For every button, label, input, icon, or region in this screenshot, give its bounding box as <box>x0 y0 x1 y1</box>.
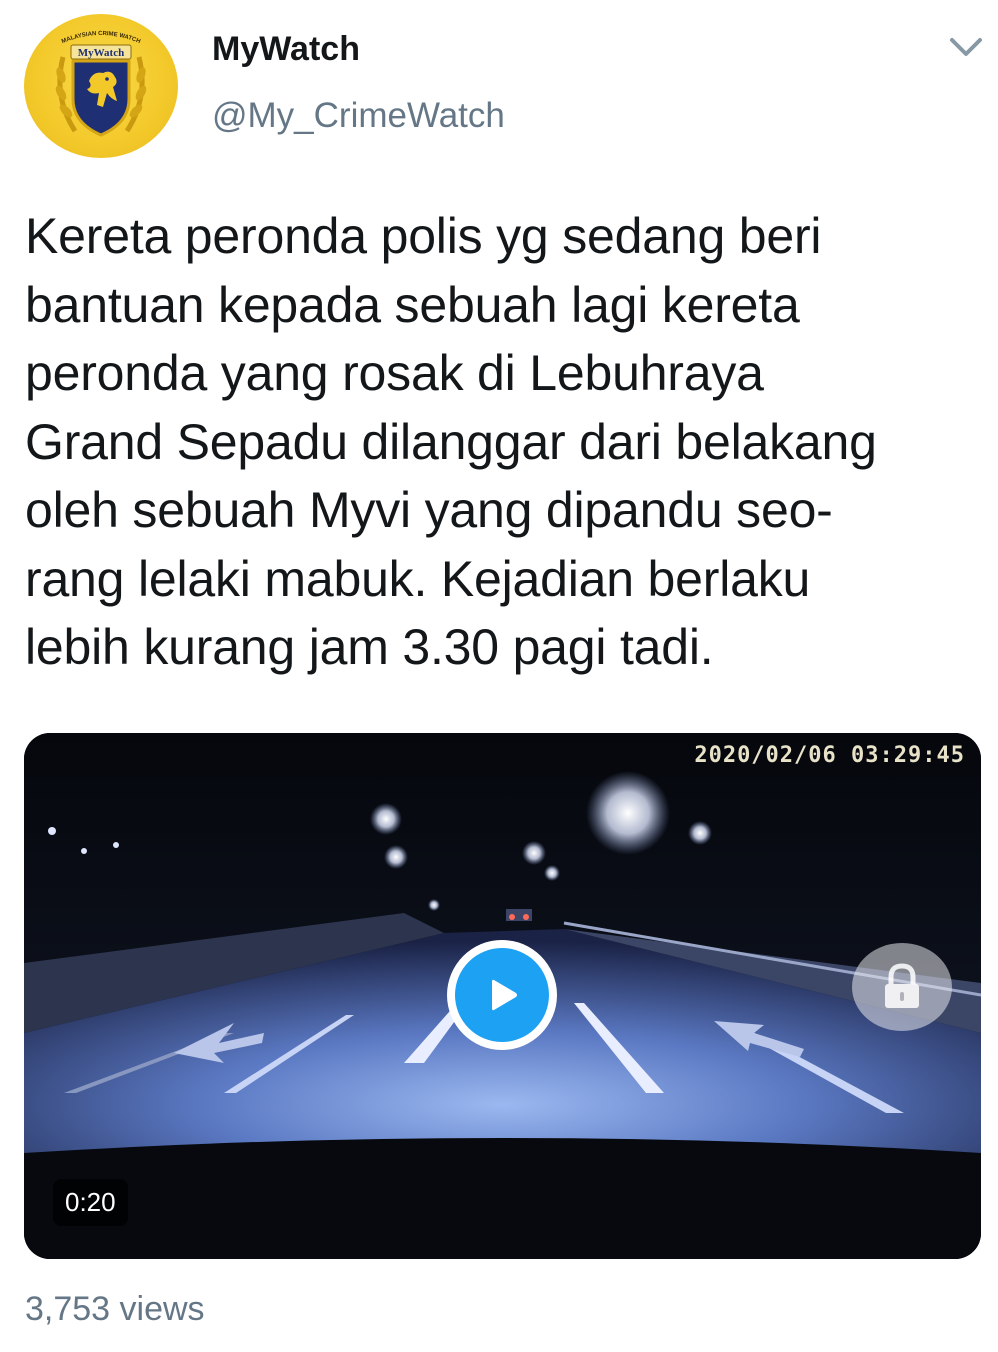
lion-shield-logo: MALAYSIAN CRIME WATCH MyWatch <box>55 31 147 137</box>
svg-text:MALAYSIAN CRIME WATCH: MALAYSIAN CRIME WATCH <box>61 31 141 45</box>
video-timestamp-overlay: 2020/02/06 03:29:45 <box>694 743 965 768</box>
tweet: MALAYSIAN CRIME WATCH MyWatch MyWatch @M… <box>0 0 998 1352</box>
play-button[interactable] <box>447 940 557 1050</box>
video-player[interactable]: 2020/02/06 03:29:45 0:20 <box>24 733 981 1259</box>
video-duration-badge: 0:20 <box>53 1179 128 1226</box>
user-handle[interactable]: @My_CrimeWatch <box>212 96 505 136</box>
user-display-name[interactable]: MyWatch <box>212 30 360 69</box>
view-count: 3,753 views <box>25 1290 205 1328</box>
avatar-arc-text: MALAYSIAN CRIME WATCH <box>61 31 141 45</box>
tweet-text: Kereta peronda polis yg sedang beri bant… <box>25 208 877 675</box>
avatar-badge-text: MyWatch <box>78 47 124 59</box>
avatar[interactable]: MALAYSIAN CRIME WATCH MyWatch <box>24 14 178 158</box>
lock-icon <box>885 963 919 1008</box>
lock-badge <box>852 943 952 1031</box>
play-icon <box>492 979 517 1011</box>
chevron-down-icon[interactable] <box>946 34 986 60</box>
